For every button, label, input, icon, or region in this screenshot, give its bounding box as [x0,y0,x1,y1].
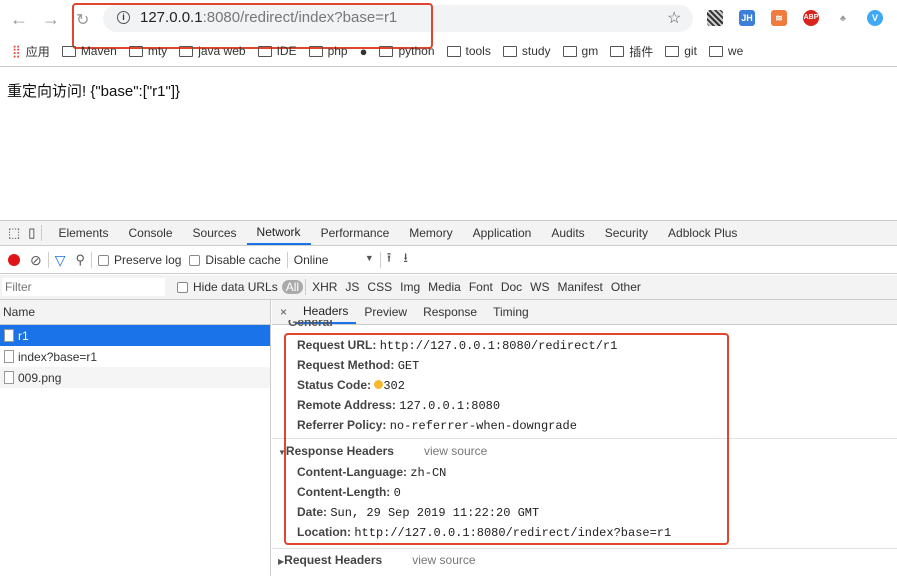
bookmark-we[interactable]: we [709,44,743,58]
tab-sources[interactable]: Sources [183,221,247,245]
record-icon[interactable] [8,254,20,266]
type-filter-doc[interactable]: Doc [497,280,526,294]
tab-elements[interactable]: Elements [48,221,118,245]
bookmark-php[interactable]: php [309,44,348,58]
page-content-text: 重定向访问! {"base":["r1"]} [7,80,180,101]
bookmarks-bar: ⣿应用 Maven mty java web IDE php ● python … [0,36,897,67]
hide-data-urls-checkbox[interactable] [177,282,188,293]
filter-bar: Hide data URLs All XHR JS CSS Img Media … [0,275,897,300]
bookmark-tools[interactable]: tools [447,44,491,58]
import-har-icon[interactable]: ⭱ [387,249,392,271]
tab-console[interactable]: Console [118,221,182,245]
type-filter-img[interactable]: Img [396,280,424,294]
forward-icon[interactable]: → [42,9,60,30]
folder-icon [503,46,517,57]
filter-input[interactable] [2,278,165,296]
back-icon[interactable]: ← [10,9,28,30]
throttle-select[interactable]: Online▼ [294,253,374,267]
filter-icon[interactable]: ▽ [55,252,66,269]
folder-icon [258,46,272,57]
folder-icon [309,46,323,57]
tree-extension-icon[interactable]: ♣ [835,10,851,26]
document-icon [4,350,14,363]
v-extension-icon[interactable]: V [867,10,883,26]
tab-performance[interactable]: Performance [311,221,400,245]
inspect-element-icon[interactable]: ⬚ [8,225,20,241]
type-filter-other[interactable]: Other [607,280,645,294]
request-details: × Headers Preview Response Timing Genera… [272,300,897,576]
image-file-icon [4,371,14,384]
request-row[interactable]: r1 [0,325,270,346]
folder-icon [665,46,679,57]
bookmark-star-icon[interactable]: ☆ [667,8,681,28]
headers-highlight-box [284,333,729,545]
type-filter-font[interactable]: Font [465,280,497,294]
folder-icon [563,46,577,57]
tab-adblock-plus[interactable]: Adblock Plus [658,221,747,245]
bookmark-maven[interactable]: Maven [62,44,117,58]
tab-audits[interactable]: Audits [541,221,594,245]
tab-memory[interactable]: Memory [399,221,462,245]
request-list: Name r1 index?base=r1 009.png [0,300,271,576]
name-column-header[interactable]: Name [0,300,270,325]
bookmark-ide[interactable]: IDE [258,44,297,58]
general-section-header[interactable]: General [288,320,333,328]
folder-icon [379,46,393,57]
type-filter-manifest[interactable]: Manifest [554,280,607,294]
apps-grid-icon: ⣿ [12,44,21,58]
bookmark-plugins[interactable]: 插件 [610,43,653,60]
bookmark-git[interactable]: git [665,44,697,58]
tab-preview[interactable]: Preview [356,300,415,324]
disable-cache-label: Disable cache [205,253,280,267]
bookmark-apps[interactable]: ⣿应用 [12,43,50,60]
network-toolbar: ⊘ ▽ ⚲ Preserve log Disable cache Online▼… [0,247,897,274]
folder-icon [179,46,193,57]
disable-cache-checkbox[interactable] [189,255,200,266]
type-filter-media[interactable]: Media [424,280,465,294]
bookmark-study[interactable]: study [503,44,551,58]
type-filter-all[interactable]: All [282,280,303,294]
tab-response[interactable]: Response [415,300,485,324]
hide-data-urls-label: Hide data URLs [193,280,278,294]
bookmark-java-web[interactable]: java web [179,44,245,58]
bookmark-mty[interactable]: mty [129,44,167,58]
tab-network[interactable]: Network [247,221,311,245]
type-filter-ws[interactable]: WS [526,280,553,294]
request-headers-section-header[interactable]: ▶Request Headersview source [278,553,476,567]
devtools-tab-bar: ⬚ ▯ Elements Console Sources Network Per… [0,221,897,246]
search-icon[interactable]: ⚲ [76,252,86,268]
clear-icon[interactable]: ⊘ [30,252,42,269]
export-har-icon[interactable]: ⭳ [403,249,408,271]
folder-icon [709,46,723,57]
preserve-log-label: Preserve log [114,253,181,267]
request-row[interactable]: 009.png [0,367,270,388]
close-icon[interactable]: × [272,305,295,319]
bookmark-python[interactable]: python [379,44,434,58]
type-filter-js[interactable]: JS [341,280,363,294]
bookmark-gm[interactable]: gm [563,44,599,58]
request-row[interactable]: index?base=r1 [0,346,270,367]
folder-icon [129,46,143,57]
tab-security[interactable]: Security [595,221,658,245]
extension-icon[interactable]: ≋ [771,10,787,26]
folder-icon [62,46,76,57]
document-icon [4,329,14,342]
globe-icon[interactable]: ● [360,44,368,59]
device-toolbar-icon[interactable]: ▯ [28,225,35,241]
type-filter-css[interactable]: CSS [363,280,396,294]
tab-application[interactable]: Application [463,221,542,245]
qr-code-extension-icon[interactable] [707,10,723,26]
preserve-log-checkbox[interactable] [98,255,109,266]
jh-extension-icon[interactable]: JH [739,10,755,26]
folder-icon [447,46,461,57]
folder-icon [610,46,624,57]
type-filter-xhr[interactable]: XHR [308,280,341,294]
tab-timing[interactable]: Timing [485,300,537,324]
detail-tab-bar: × Headers Preview Response Timing [272,300,897,325]
adblock-plus-icon[interactable]: ABP [803,10,819,26]
